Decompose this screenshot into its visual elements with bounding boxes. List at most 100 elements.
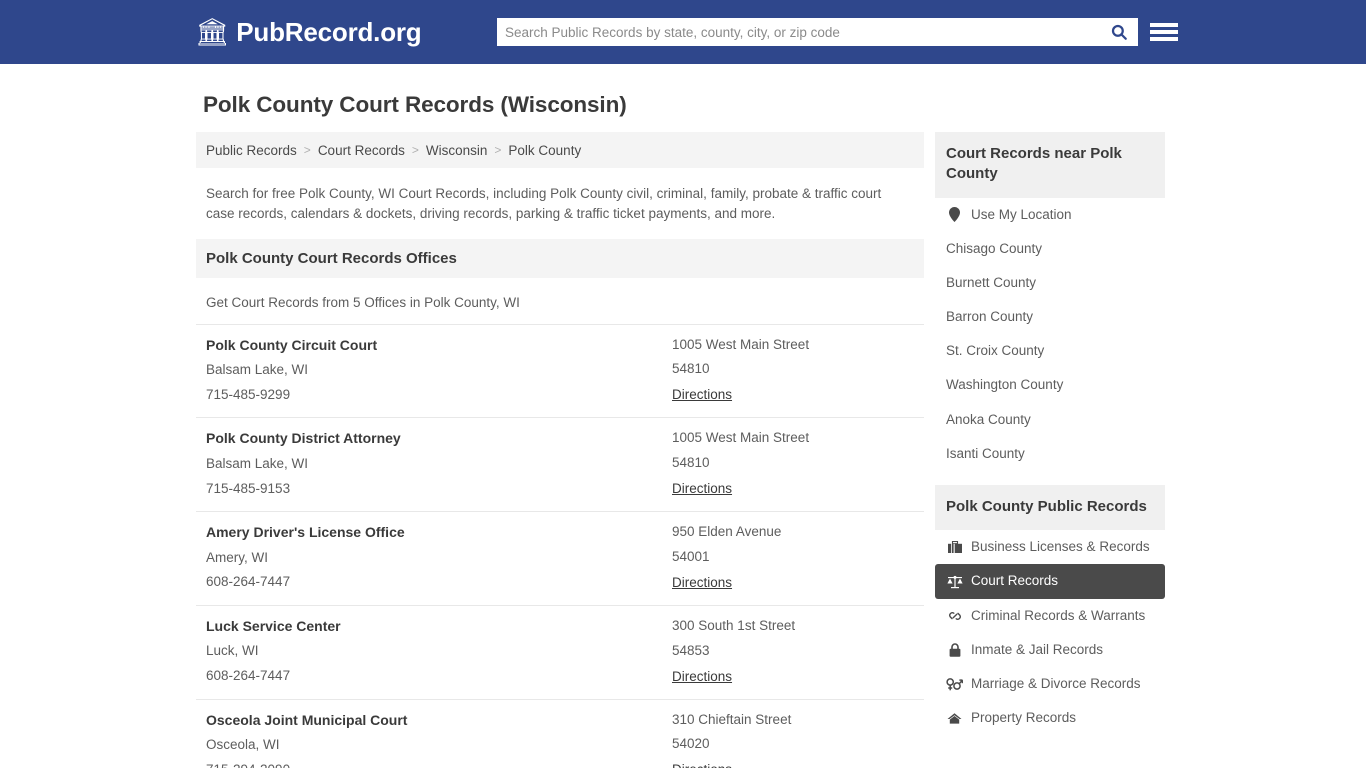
office-city-state: Amery, WI [206, 549, 268, 565]
sidebar: Court Records near Polk County Use My Lo… [935, 132, 1165, 735]
office-row: Polk County District Attorney Balsam Lak… [196, 417, 924, 511]
sidebar-item-label: Anoka County [946, 411, 1031, 427]
list-item: Property Records [935, 701, 1165, 735]
office-left-column: Luck Service Center Luck, WI 608-264-744… [206, 618, 672, 686]
sidebar-item-business-licenses[interactable]: Business Licenses & Records [935, 530, 1165, 564]
office-directions-link[interactable]: Directions [672, 575, 732, 590]
sidebar-nearby-heading: Court Records near Polk County [935, 132, 1165, 198]
sidebar-item-use-my-location[interactable]: Use My Location [935, 198, 1165, 232]
search-bar[interactable] [497, 18, 1138, 46]
breadcrumb-item-public-records[interactable]: Public Records [206, 143, 297, 158]
sidebar-item-burnett-county[interactable]: Burnett County [935, 266, 1165, 300]
sidebar-item-anoka-county[interactable]: Anoka County [935, 403, 1165, 437]
office-left-column: Polk County District Attorney Balsam Lak… [206, 430, 672, 498]
office-name[interactable]: Luck Service Center [206, 618, 672, 636]
sidebar-item-label: Inmate & Jail Records [971, 641, 1104, 657]
sidebar-item-label: Isanti County [946, 445, 1025, 461]
sidebar-public-records-heading: Polk County Public Records [935, 485, 1165, 531]
office-directions-link[interactable]: Directions [672, 387, 732, 402]
list-item: Isanti County [935, 437, 1165, 471]
hamburger-menu-icon-bar [1150, 23, 1178, 27]
office-row: Polk County Circuit Court Balsam Lake, W… [196, 323, 924, 418]
house-icon [946, 712, 963, 725]
office-city-state: Balsam Lake, WI [206, 362, 309, 377]
search-input[interactable] [497, 18, 1106, 46]
search-button[interactable] [1106, 23, 1138, 41]
offices-section-subheading: Get Court Records from 5 Offices in Polk… [206, 294, 520, 310]
hamburger-menu-icon-bar [1150, 30, 1178, 34]
office-city-state: Osceola, WI [206, 737, 280, 752]
office-right-column: 1005 West Main Street 54810 Directions [672, 430, 914, 498]
office-left-column: Polk County Circuit Court Balsam Lake, W… [206, 337, 672, 405]
breadcrumb-item-polk-county: Polk County [508, 142, 582, 158]
sidebar-item-label: Property Records [971, 710, 1077, 726]
sidebar-item-barron-county[interactable]: Barron County [935, 300, 1165, 334]
sidebar-item-label: Criminal Records & Warrants [971, 607, 1146, 623]
sidebar-item-criminal-records[interactable]: Criminal Records & Warrants [935, 599, 1165, 633]
office-street: 950 Elden Avenue [672, 524, 782, 539]
office-street: 300 South 1st Street [672, 617, 796, 633]
sidebar-item-label: Marriage & Divorce Records [971, 676, 1141, 691]
office-name[interactable]: Polk County Circuit Court [206, 337, 672, 355]
office-street: 1005 West Main Street [672, 336, 810, 352]
sidebar-item-marriage-divorce-records[interactable]: Marriage & Divorce Records [935, 667, 1165, 701]
list-item: Barron County [935, 300, 1165, 334]
list-item: Marriage & Divorce Records [935, 667, 1165, 701]
office-name[interactable]: Osceola Joint Municipal Court [206, 712, 672, 730]
list-item: Criminal Records & Warrants [935, 599, 1165, 633]
sidebar-item-isanti-county[interactable]: Isanti County [935, 437, 1165, 471]
site-logo-link[interactable]: 🏛 PubRecord.org [195, 16, 422, 48]
office-zip: 54810 [672, 455, 710, 471]
chain-link-icon [946, 609, 963, 623]
office-right-column: 1005 West Main Street 54810 Directions [672, 337, 914, 405]
office-directions-link[interactable]: Directions [672, 762, 732, 768]
list-item: Chisago County [935, 232, 1165, 266]
page-body: Polk County Court Records (Wisconsin) Pu… [0, 64, 1366, 768]
sidebar-item-label: Use My Location [971, 206, 1072, 222]
office-zip: 54810 [672, 361, 710, 377]
sidebar-item-label: Business Licenses & Records [971, 539, 1150, 555]
list-item: Court Records [935, 564, 1165, 599]
briefcase-icon [946, 540, 963, 554]
office-phone: 715-485-9299 [206, 386, 291, 402]
office-directions-link[interactable]: Directions [672, 669, 732, 684]
sidebar-item-st-croix-county[interactable]: St. Croix County [935, 334, 1165, 368]
scales-of-justice-icon [946, 575, 963, 589]
office-row: Osceola Joint Municipal Court Osceola, W… [196, 698, 924, 768]
map-pin-icon [946, 207, 963, 223]
sidebar-item-chisago-county[interactable]: Chisago County [935, 232, 1165, 266]
office-row: Amery Driver's License Office Amery, WI … [196, 511, 924, 605]
gender-symbols-icon [946, 677, 963, 691]
office-name[interactable]: Polk County District Attorney [206, 430, 672, 448]
office-street: 310 Chieftain Street [672, 711, 792, 727]
office-right-column: 300 South 1st Street 54853 Directions [672, 618, 914, 686]
office-phone: 715-294-2090 [206, 762, 672, 768]
hamburger-menu-button[interactable] [1150, 20, 1178, 44]
office-directions-link[interactable]: Directions [672, 481, 732, 496]
search-icon [1111, 24, 1127, 40]
content-columns: Public Records > Court Records > Wiscons… [196, 132, 1366, 768]
list-item: Inmate & Jail Records [935, 633, 1165, 667]
list-item: Washington County [935, 368, 1165, 402]
breadcrumb-item-wisconsin[interactable]: Wisconsin [426, 143, 488, 158]
sidebar-item-property-records[interactable]: Property Records [935, 701, 1165, 735]
office-city-state: Balsam Lake, WI [206, 455, 309, 471]
office-zip: 54001 [672, 548, 710, 564]
sidebar-item-label: St. Croix County [946, 343, 1045, 359]
office-left-column: Amery Driver's License Office Amery, WI … [206, 524, 672, 592]
breadcrumb-separator: > [411, 143, 419, 157]
sidebar-item-inmate-jail-records[interactable]: Inmate & Jail Records [935, 633, 1165, 667]
list-item: Use My Location [935, 198, 1165, 232]
sidebar-item-label: Chisago County [946, 240, 1043, 256]
office-name[interactable]: Amery Driver's License Office [206, 524, 672, 542]
breadcrumb-item-court-records[interactable]: Court Records [318, 143, 405, 158]
office-city-state: Luck, WI [206, 643, 259, 659]
list-item: Burnett County [935, 266, 1165, 300]
sidebar-item-court-records[interactable]: Court Records [935, 564, 1165, 599]
page-intro-text: Search for free Polk County, WI Court Re… [206, 186, 882, 222]
brand-name: PubRecord.org [236, 16, 422, 47]
list-item: Anoka County [935, 403, 1165, 437]
sidebar-item-washington-county[interactable]: Washington County [935, 368, 1165, 402]
list-item: St. Croix County [935, 334, 1165, 368]
page-title: Polk County Court Records (Wisconsin) [203, 92, 627, 117]
